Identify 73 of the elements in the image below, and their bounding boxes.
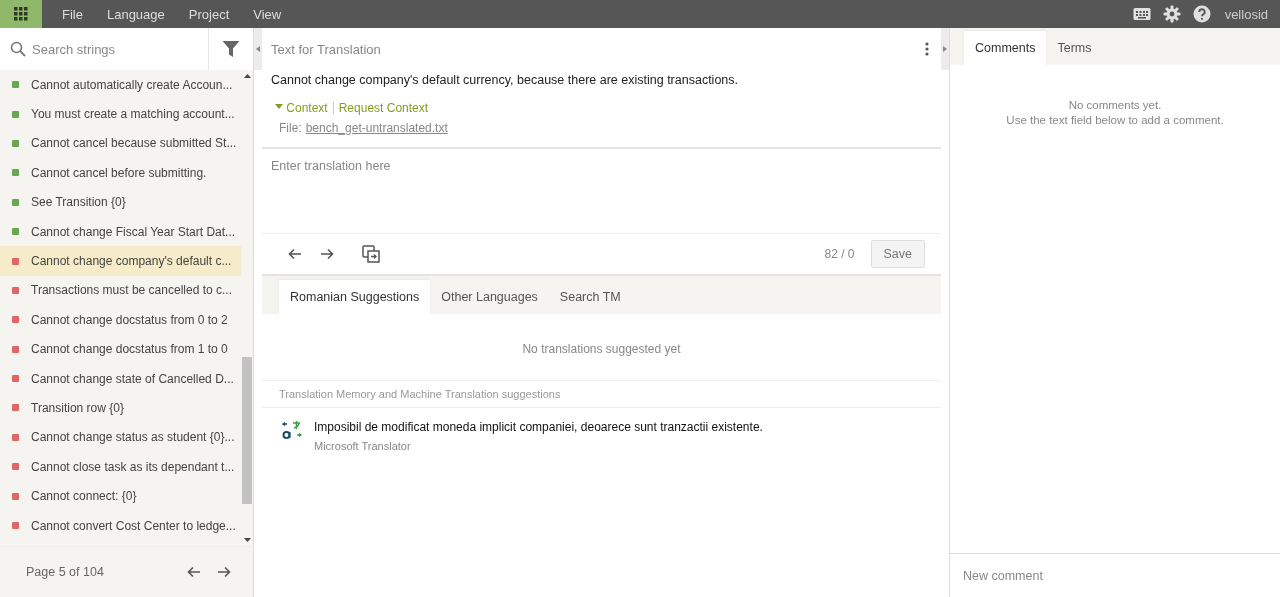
file-link[interactable]: bench_get-untranslated.txt [305,121,448,135]
string-item[interactable]: See Transition {0} [0,187,241,217]
menu-item[interactable]: Language [94,6,177,22]
filter-button[interactable] [209,28,253,70]
settings-icon[interactable] [1162,5,1181,23]
source-text: Cannot change company's default currency, because there are existing transactions. [270,72,739,87]
string-text: Cannot cancel because submitted St... [31,136,237,151]
filter-icon[interactable] [222,40,240,58]
string-item[interactable]: Cannot change company's default c... [0,246,241,276]
string-item[interactable]: Cannot change state of Cancelled D... [0,363,241,394]
string-text: You must create a matching account... [31,107,235,122]
tab[interactable]: Terms [1046,31,1103,65]
string-text: Transition row {0} [31,401,124,415]
string-item[interactable]: Cannot change status as student {0}... [0,422,241,453]
string-text: Cannot convert Cost Center to ledge... [31,518,236,533]
tab[interactable]: Romanian Suggestions [279,280,431,314]
menu-item[interactable]: File [50,6,95,22]
string-text: Cannot change company's default c... [31,254,232,269]
tab[interactable]: Search TM [548,280,632,314]
menu-item[interactable]: View [241,6,294,22]
string-item[interactable]: Cannot change docstatus from 0 to 2 [0,305,241,335]
section-title: Translation Memory and Machine Translation suggestions [279,388,561,400]
string-item[interactable]: Cannot close task as its dependant t... [0,452,241,482]
string-item[interactable]: Transition row {0} [0,393,241,423]
string-item[interactable]: Transactions must be cancelled to c... [0,275,241,306]
string-text: Cannot change status as student {0}... [31,430,235,445]
string-item[interactable]: Cannot change docstatus from 1 to 0 [0,334,241,364]
string-text: Cannot change docstatus from 0 to 2 [31,312,228,327]
string-item[interactable]: Cannot cancel before submitting. [0,158,241,188]
string-text: Cannot close task as its dependant t... [31,459,235,474]
scroll-up-icon[interactable] [243,74,251,78]
string-text: Cannot change docstatus from 1 to 0 [31,342,228,357]
page-label: Page 5 of 104 [26,565,105,579]
suggestion-source: Microsoft Translator [314,440,412,452]
help-icon[interactable] [1192,5,1211,23]
file-label: File: [279,121,302,135]
string-item[interactable]: Cannot convert Cost Center to ledge... [0,510,241,541]
string-text: Cannot change Fiscal Year Start Dat... [31,224,236,239]
empty-message: No comments yet. [1068,98,1162,113]
panel-title: Text for Translation [271,41,382,57]
grid-icon [14,7,28,21]
string-text: Transactions must be cancelled to c... [31,283,232,298]
menu-item[interactable]: Project [176,6,242,22]
scroll-down-icon[interactable] [243,538,251,542]
tab[interactable]: Comments [964,31,1047,65]
string-text: Cannot change state of Cancelled D... [31,371,234,386]
more-icon[interactable] [925,42,929,56]
scrollbar-thumb[interactable] [242,357,252,504]
string-item[interactable]: Cannot connect: {0} [0,481,241,511]
caret-icon [943,46,947,52]
search-field[interactable]: Search strings [0,28,209,70]
string-item[interactable]: Cannot automatically create Accoun... [0,70,241,100]
apps-button[interactable] [0,0,42,28]
caret-icon [256,46,260,52]
string-item[interactable]: Cannot cancel because submitted St... [0,128,241,159]
translation-field[interactable]: Enter translation here [262,147,941,234]
character-counter: 82 / 0 [824,247,855,261]
empty-message: No translations suggested yet [522,342,681,356]
string-text: Cannot connect: {0} [31,489,137,504]
keyboard-icon[interactable] [1132,7,1151,21]
string-text: See Transition {0} [31,195,126,210]
string-text: Cannot cancel before submitting. [31,165,207,180]
string-item[interactable]: You must create a matching account... [0,99,241,129]
string-item[interactable]: Cannot change Fiscal Year Start Dat... [0,216,241,247]
suggestion-text[interactable]: Imposibil de modificat moneda implicit companiei, deoarece sunt tranzactii existente. [314,420,763,434]
collapse-handle[interactable] [254,28,262,70]
collapse-handle[interactable] [941,28,949,70]
string-text: Cannot automatically create Accoun... [31,77,233,92]
user-name[interactable]: vellosid [1224,6,1268,22]
empty-message: Use the text field below to add a comment. [1006,113,1224,128]
copy-icon[interactable] [362,245,380,263]
tab[interactable]: Other Languages [430,280,549,314]
save-button[interactable]: Save [870,240,925,268]
